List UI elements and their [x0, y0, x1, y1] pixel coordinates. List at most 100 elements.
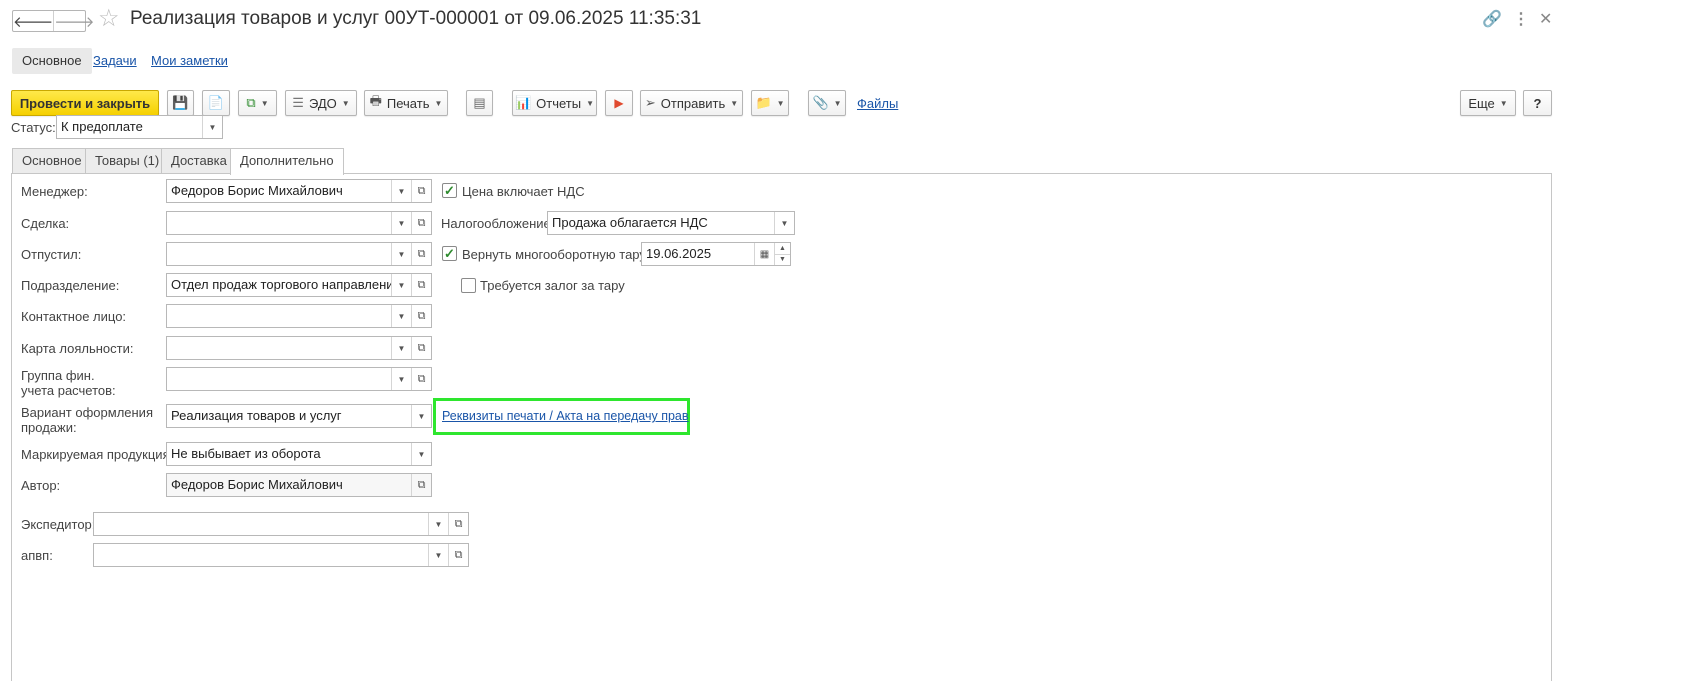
chevron-down-icon: ▼	[260, 98, 269, 108]
loyalty-card-field[interactable]: ▼ ⧉	[166, 336, 432, 360]
favorite-star-icon[interactable]: ☆	[98, 7, 120, 31]
sale-variant-select[interactable]: Реализация товаров и услуг ▼	[166, 404, 432, 428]
open-icon[interactable]: ⧉	[411, 368, 431, 390]
chevron-down-icon[interactable]: ▼	[391, 337, 411, 359]
print-button[interactable]: 🖶 Печать ▼	[364, 90, 448, 116]
status-value: К предоплате	[61, 119, 143, 134]
paperclip-icon: 📎	[812, 95, 829, 110]
spin-up-icon[interactable]: ▲	[775, 243, 790, 254]
return-tare-checkbox[interactable]: ✓	[442, 246, 457, 261]
chevron-down-icon[interactable]: ▼	[391, 274, 411, 296]
deal-label: Сделка:	[21, 216, 70, 231]
chevron-down-icon: ▼	[434, 98, 443, 108]
deposit-required-checkbox[interactable]	[461, 278, 476, 293]
post-button[interactable]: 📄	[202, 90, 230, 116]
open-icon[interactable]: ⧉	[411, 180, 431, 202]
open-icon[interactable]: ⧉	[411, 474, 431, 496]
journal-icon: ▤	[473, 95, 486, 110]
edo-button[interactable]: ☰ ЭДО ▼	[285, 90, 357, 116]
tab-my-notes[interactable]: Мои заметки	[151, 48, 228, 74]
navigation-buttons: 🡐 🡒	[12, 10, 94, 32]
fin-group-value	[167, 368, 391, 390]
chevron-down-icon[interactable]: ▼	[428, 513, 448, 535]
open-icon[interactable]: ⧉	[411, 337, 431, 359]
tab-tasks[interactable]: Задачи	[93, 48, 137, 74]
open-icon[interactable]: ⧉	[448, 513, 468, 535]
taxation-label: Налогообложение:	[441, 216, 555, 231]
help-button[interactable]: ?	[1523, 90, 1552, 116]
reports-button[interactable]: 📊 Отчеты ▼	[512, 90, 597, 116]
documents-icon: 📁	[755, 95, 772, 110]
create-based-on-button[interactable]: ⧉ ▼	[238, 90, 277, 116]
price-includes-vat-checkbox[interactable]: ✓	[442, 183, 457, 198]
save-button[interactable]: 💾	[167, 90, 194, 116]
journal-button[interactable]: ▤	[466, 90, 493, 116]
back-arrow-icon[interactable]: 🡐	[13, 11, 53, 31]
chevron-down-icon[interactable]: ▼	[391, 180, 411, 202]
released-field[interactable]: ▼ ⧉	[166, 242, 432, 266]
apvp-field[interactable]: ▼ ⧉	[93, 543, 469, 567]
chevron-down-icon[interactable]: ▼	[411, 405, 431, 427]
deal-field[interactable]: ▼ ⧉	[166, 211, 432, 235]
status-select[interactable]: К предоплате ▼	[56, 115, 223, 139]
chevron-down-icon[interactable]: ▼	[391, 368, 411, 390]
fin-group-field[interactable]: ▼ ⧉	[166, 367, 432, 391]
printer-icon: 🖶	[369, 93, 382, 108]
sale-variant-label-line1: Вариант оформления	[21, 405, 153, 420]
link-icon[interactable]: 🔗	[1482, 9, 1502, 29]
bitrix-play-icon: ▶	[614, 96, 624, 110]
chevron-down-icon[interactable]: ▼	[391, 212, 411, 234]
tab-section-delivery[interactable]: Доставка	[161, 148, 237, 174]
chevron-down-icon: ▼	[776, 98, 785, 108]
chevron-down-icon[interactable]: ▼	[411, 443, 431, 465]
fin-group-label-line2: учета расчетов:	[21, 383, 116, 398]
print-label: Печать	[386, 95, 430, 111]
bitrix-button[interactable]: ▶	[605, 90, 633, 116]
save-icon: 💾	[172, 95, 189, 110]
documents-button[interactable]: 📁 ▼	[751, 90, 789, 116]
marking-select[interactable]: Не выбывает из оборота ▼	[166, 442, 432, 466]
open-icon[interactable]: ⧉	[448, 544, 468, 566]
division-field[interactable]: Отдел продаж торгового направления ▼ ⧉	[166, 273, 432, 297]
forward-arrow-icon[interactable]: 🡒	[53, 11, 94, 31]
open-icon[interactable]: ⧉	[411, 305, 431, 327]
chevron-down-icon[interactable]: ▼	[202, 116, 222, 138]
chevron-down-icon[interactable]: ▼	[774, 212, 794, 234]
released-value	[167, 243, 391, 265]
marking-value: Не выбывает из оборота	[171, 446, 321, 461]
close-icon[interactable]: ✕	[1539, 9, 1552, 29]
chevron-down-icon: ▼	[730, 98, 739, 108]
forwarder-field[interactable]: ▼ ⧉	[93, 512, 469, 536]
print-details-link[interactable]: Реквизиты печати / Акта на передачу прав	[442, 409, 689, 423]
chevron-down-icon[interactable]: ▼	[428, 544, 448, 566]
date-spinner[interactable]: ▲ ▼	[774, 243, 790, 265]
checkmark-icon: ✓	[444, 246, 455, 261]
fin-group-label-line1: Группа фин.	[21, 368, 95, 383]
open-icon[interactable]: ⧉	[411, 212, 431, 234]
taxation-select[interactable]: Продажа облагается НДС ▼	[547, 211, 795, 235]
spin-down-icon[interactable]: ▼	[775, 253, 790, 266]
return-tare-label: Вернуть многооборотную тару:	[462, 247, 650, 262]
more-icon[interactable]: ⋮	[1513, 9, 1529, 29]
apvp-value	[94, 544, 428, 566]
tab-section-additional[interactable]: Дополнительно	[230, 148, 344, 175]
tab-main[interactable]: Основное	[12, 48, 92, 74]
calendar-icon[interactable]: ▦	[754, 243, 774, 265]
chevron-down-icon[interactable]: ▼	[391, 305, 411, 327]
open-icon[interactable]: ⧉	[411, 243, 431, 265]
tab-section-main[interactable]: Основное	[12, 148, 92, 174]
contact-field[interactable]: ▼ ⧉	[166, 304, 432, 328]
return-tare-date-field[interactable]: 19.06.2025 ▦ ▲ ▼	[641, 242, 791, 266]
post-and-close-button[interactable]: Провести и закрыть	[11, 90, 159, 116]
manager-field[interactable]: Федоров Борис Михайлович ▼ ⧉	[166, 179, 432, 203]
send-button[interactable]: ➢ Отправить ▼	[640, 90, 743, 116]
open-icon[interactable]: ⧉	[411, 274, 431, 296]
files-link[interactable]: Файлы	[857, 96, 898, 111]
chevron-down-icon[interactable]: ▼	[391, 243, 411, 265]
division-value: Отдел продаж торгового направления	[171, 277, 391, 292]
help-label: ?	[1533, 95, 1542, 111]
attach-button[interactable]: 📎 ▼	[808, 90, 846, 116]
sale-variant-value: Реализация товаров и услуг	[171, 408, 342, 423]
tab-section-goods[interactable]: Товары (1)	[85, 148, 170, 174]
more-actions-button[interactable]: Еще ▼	[1460, 90, 1516, 116]
